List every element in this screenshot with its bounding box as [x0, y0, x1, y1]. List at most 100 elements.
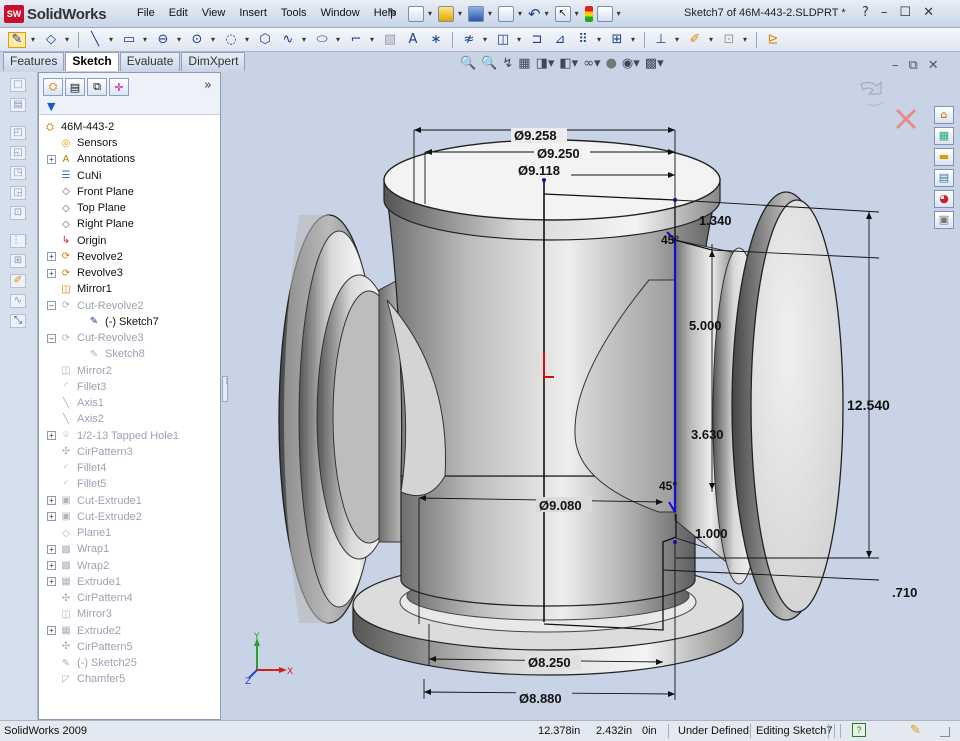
- cancel-sketch-icon[interactable]: [895, 108, 917, 130]
- tree-item[interactable]: + ▩ Wrap2: [47, 558, 109, 574]
- chevron-down-icon[interactable]: ▾: [109, 32, 115, 48]
- tree-expand-toggle-icon[interactable]: +: [47, 252, 56, 262]
- strip-tool-icon[interactable]: ▤: [10, 98, 26, 112]
- quick-snaps-icon[interactable]: ⊡: [720, 32, 738, 48]
- tree-item[interactable]: ◇ Plane1: [47, 525, 111, 541]
- strip-tool-icon[interactable]: ◲: [10, 186, 26, 200]
- dim-12540[interactable]: 12.540: [847, 397, 890, 413]
- tree-item[interactable]: – ⟳ Cut-Revolve2: [47, 298, 144, 314]
- chevron-down-icon[interactable]: ▾: [177, 32, 183, 48]
- rebuild-icon[interactable]: [584, 6, 593, 22]
- strip-tool-icon[interactable]: ◳: [10, 166, 26, 180]
- menu-view[interactable]: View: [195, 7, 233, 19]
- tree-item[interactable]: ◫ Mirror2: [47, 363, 112, 379]
- viewport-close-icon[interactable]: ✕: [928, 58, 939, 73]
- exit-sketch-icon[interactable]: [860, 80, 882, 95]
- dim-top-diameter-9250[interactable]: Ø9.250: [537, 146, 580, 161]
- tree-expand-toggle-icon[interactable]: –: [47, 301, 56, 310]
- tree-item[interactable]: ✣ CirPattern4: [47, 590, 133, 606]
- dimxpert-manager-tab-icon[interactable]: ✛: [109, 78, 129, 96]
- tree-item[interactable]: ✣ CirPattern3: [47, 444, 133, 460]
- linear-pattern-icon[interactable]: ⠿: [574, 32, 592, 48]
- section-view-icon[interactable]: ▦: [518, 56, 530, 71]
- strip-tool-icon[interactable]: ⊞: [10, 254, 26, 268]
- resources-home-icon[interactable]: ⌂: [934, 106, 954, 124]
- chevron-down-icon[interactable]: ▾: [458, 6, 464, 22]
- polygon-icon[interactable]: ⬡: [256, 32, 274, 48]
- view-orientation-icon[interactable]: ◨▾: [536, 56, 555, 71]
- tree-expand-toggle-icon[interactable]: +: [47, 154, 56, 164]
- strip-tool-icon[interactable]: ◰: [10, 126, 26, 140]
- filter-icon[interactable]: ▼: [47, 100, 55, 113]
- options-icon[interactable]: [596, 6, 613, 22]
- apply-scene-icon[interactable]: ◉▾: [622, 56, 640, 71]
- right-flange[interactable]: [712, 191, 844, 621]
- tree-item[interactable]: ◸ Chamfer5: [47, 671, 125, 687]
- rectangle-icon[interactable]: ▭: [120, 32, 138, 48]
- dim-3630[interactable]: 3.630: [691, 427, 724, 442]
- tree-expand-toggle-icon[interactable]: +: [47, 577, 56, 587]
- tree-expand-toggle-icon[interactable]: +: [47, 268, 56, 278]
- tree-item[interactable]: ◫ Mirror3: [47, 606, 112, 622]
- chevron-down-icon[interactable]: ▾: [211, 32, 217, 48]
- offset-entities-icon[interactable]: ⊐: [528, 32, 546, 48]
- hide-show-icon[interactable]: ∞▾: [583, 56, 600, 71]
- tree-item[interactable]: ✣ CirPattern5: [47, 639, 133, 655]
- chevron-down-icon[interactable]: ▾: [370, 32, 376, 48]
- dim-top-diameter-9118[interactable]: Ø9.118: [518, 163, 560, 178]
- chevron-down-icon[interactable]: ▾: [518, 6, 524, 22]
- tree-item[interactable]: ☰ CuNi: [47, 168, 102, 184]
- tree-expand-toggle-icon[interactable]: +: [47, 544, 56, 554]
- chevron-down-icon[interactable]: ▾: [245, 32, 251, 48]
- chevron-down-icon[interactable]: ▾: [709, 32, 715, 48]
- strip-tool-icon[interactable]: ◱: [10, 146, 26, 160]
- resize-grip-icon[interactable]: [940, 727, 950, 737]
- design-library-icon[interactable]: ▦: [934, 127, 954, 145]
- repair-sketch-icon[interactable]: ✐: [686, 32, 704, 48]
- chevron-down-icon[interactable]: ▾: [743, 32, 749, 48]
- minimize-icon[interactable]: –: [881, 5, 888, 20]
- open-folder-icon[interactable]: [438, 6, 454, 22]
- dim-top-diameter-9258[interactable]: Ø9.258: [514, 128, 557, 143]
- strip-tool-icon[interactable]: ⊡: [10, 206, 26, 220]
- tree-expand-toggle-icon[interactable]: –: [47, 333, 56, 343]
- rebuild-status-icon[interactable]: ✎: [910, 722, 921, 738]
- tree-item[interactable]: + ▣ Cut-Extrude2: [47, 509, 142, 525]
- help-icon[interactable]: ?: [862, 5, 869, 20]
- spline-icon[interactable]: ∿: [279, 32, 297, 48]
- ellipse-icon[interactable]: ⬭: [313, 32, 331, 48]
- dim-diameter-9080[interactable]: Ø9.080: [539, 498, 582, 513]
- strip-tool-icon[interactable]: ✐: [10, 274, 26, 288]
- restore-icon[interactable]: ☐: [899, 5, 911, 20]
- tree-expand-toggle-icon[interactable]: +: [47, 626, 56, 635]
- tree-item[interactable]: ◇ Top Plane: [47, 200, 126, 216]
- tab-features[interactable]: Features: [3, 52, 65, 71]
- print-icon[interactable]: [498, 6, 514, 22]
- sketch-icon[interactable]: ✎: [8, 31, 26, 48]
- chevron-down-icon[interactable]: ▾: [428, 6, 434, 22]
- chevron-down-icon[interactable]: ▾: [545, 6, 551, 22]
- chevron-down-icon[interactable]: ▾: [597, 32, 603, 48]
- display-relations-icon[interactable]: ⊥: [652, 32, 670, 48]
- display-style-icon[interactable]: ◧▾: [559, 56, 578, 71]
- chevron-down-icon[interactable]: ▾: [31, 32, 37, 48]
- line-icon[interactable]: ╲: [86, 32, 104, 48]
- edit-appearance-icon[interactable]: ●: [606, 56, 617, 71]
- configuration-manager-tab-icon[interactable]: ⧉: [87, 78, 107, 96]
- rapid-sketch-icon[interactable]: ⊵: [764, 32, 782, 48]
- tree-item[interactable]: ✎ Sketch8: [75, 346, 145, 362]
- tab-sketch[interactable]: Sketch: [65, 52, 119, 71]
- tree-item[interactable]: + ▦ Extrude1: [47, 574, 121, 590]
- tree-item[interactable]: ◜ Fillet4: [47, 460, 106, 476]
- menu-window[interactable]: Window: [314, 7, 367, 19]
- menu-file[interactable]: File: [130, 7, 162, 19]
- chevron-down-icon[interactable]: ▾: [483, 32, 489, 48]
- view-settings-icon[interactable]: ▩▾: [645, 56, 664, 71]
- dim-1000[interactable]: 1.000: [695, 526, 728, 541]
- custom-properties-icon[interactable]: ▣: [934, 211, 954, 229]
- tree-item[interactable]: + ⌾ 1/2-13 Tapped Hole1: [47, 428, 179, 444]
- tree-item[interactable]: ◇ Right Plane: [47, 216, 134, 232]
- chevron-down-icon[interactable]: ▾: [675, 32, 681, 48]
- tree-expand-toggle-icon[interactable]: +: [47, 496, 56, 505]
- chevron-down-icon[interactable]: ▾: [575, 6, 581, 22]
